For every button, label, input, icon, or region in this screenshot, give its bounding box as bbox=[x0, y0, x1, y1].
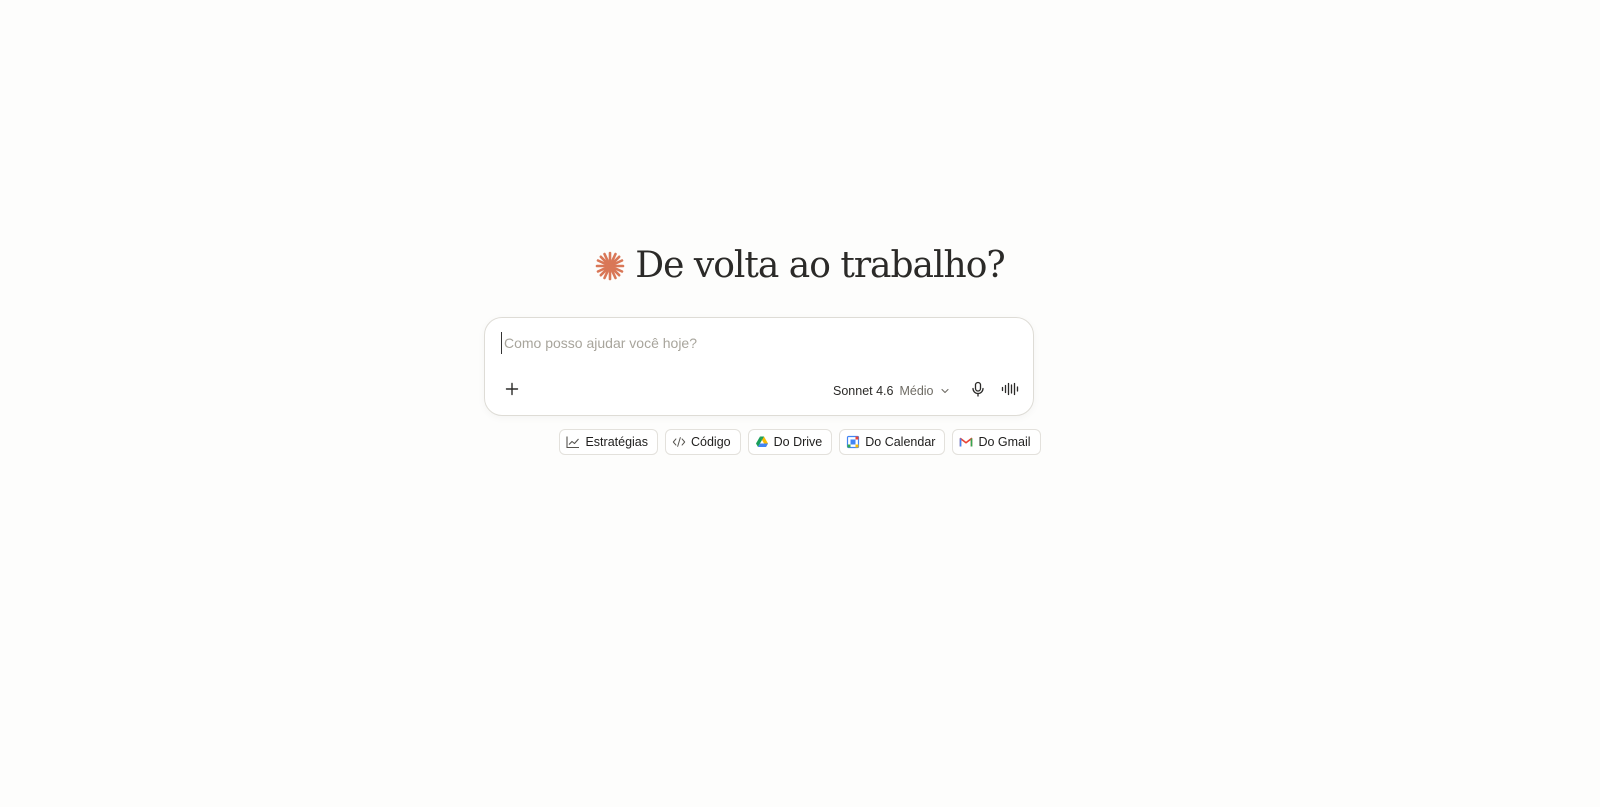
code-icon bbox=[672, 435, 686, 449]
chip-label: Estratégias bbox=[585, 435, 648, 449]
chip-estrategias[interactable]: Estratégias bbox=[559, 429, 658, 455]
chip-drive[interactable]: Do Drive bbox=[747, 429, 833, 455]
chip-label: Do Gmail bbox=[978, 435, 1031, 449]
voice-mode-button[interactable] bbox=[997, 378, 1023, 404]
greeting: De volta ao trabalho? bbox=[0, 248, 1600, 284]
model-name: Sonnet 4.6 bbox=[833, 384, 894, 398]
gmail-icon bbox=[959, 435, 973, 449]
microphone-button[interactable] bbox=[965, 378, 991, 404]
chip-label: Do Drive bbox=[773, 435, 823, 449]
message-input[interactable] bbox=[501, 332, 1014, 354]
chip-label: Código bbox=[691, 435, 731, 449]
model-effort: Médio bbox=[899, 384, 934, 398]
chevron-down-icon bbox=[940, 386, 950, 396]
suggestion-chips: Estratégias Código Do Drive Do Calendar … bbox=[0, 429, 1600, 455]
add-attachment-button[interactable] bbox=[499, 378, 525, 404]
chip-gmail[interactable]: Do Gmail bbox=[952, 429, 1041, 455]
chip-calendar[interactable]: Do Calendar bbox=[839, 429, 946, 455]
google-calendar-icon bbox=[846, 435, 860, 449]
google-drive-icon bbox=[755, 435, 769, 449]
model-selector[interactable]: Sonnet 4.6 Médio bbox=[833, 379, 950, 403]
chat-composer: Sonnet 4.6 Médio bbox=[484, 317, 1034, 416]
page-title: De volta ao trabalho? bbox=[635, 245, 1005, 286]
chip-label: Do Calendar bbox=[865, 435, 936, 449]
plus-icon bbox=[505, 382, 519, 401]
chart-line-icon bbox=[566, 435, 580, 449]
chip-codigo[interactable]: Código bbox=[665, 429, 741, 455]
spark-icon bbox=[595, 251, 625, 281]
page: De volta ao trabalho? Sonnet 4.6 Médio bbox=[0, 0, 1600, 807]
microphone-icon bbox=[970, 381, 986, 402]
voice-waveform-icon bbox=[1001, 381, 1019, 402]
